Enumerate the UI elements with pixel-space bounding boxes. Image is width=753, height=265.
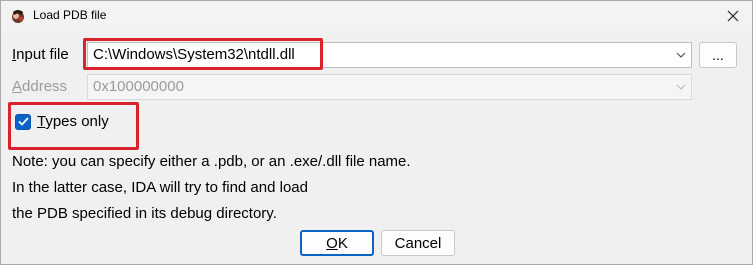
close-icon bbox=[727, 10, 739, 22]
ok-button[interactable]: OK bbox=[300, 230, 374, 256]
address-value: 0x100000000 bbox=[93, 78, 184, 95]
ok-button-rest: K bbox=[337, 234, 348, 252]
types-only-checkbox-group[interactable]: Types only bbox=[15, 113, 109, 130]
browse-button[interactable]: ... bbox=[699, 42, 737, 68]
ok-button-accel: O bbox=[326, 234, 338, 252]
types-only-checkbox[interactable] bbox=[15, 113, 31, 130]
address-combobox[interactable]: 0x100000000 bbox=[87, 74, 692, 100]
input-file-combobox[interactable]: C:\Windows\System32\ntdll.dll bbox=[87, 42, 692, 68]
input-file-label: Input file bbox=[12, 46, 69, 63]
note-line-2: In the latter case, IDA will try to find… bbox=[12, 179, 308, 196]
types-only-label-rest: ypes only bbox=[45, 113, 109, 130]
input-file-label-rest: nput file bbox=[16, 46, 69, 63]
chevron-down-icon[interactable] bbox=[675, 51, 687, 59]
cancel-button[interactable]: Cancel bbox=[381, 230, 455, 256]
title-bar: Load PDB file bbox=[1, 1, 752, 31]
checkmark-icon bbox=[17, 117, 29, 126]
note-line-3: the PDB specified in its debug directory… bbox=[12, 205, 277, 222]
window-title: Load PDB file bbox=[33, 8, 107, 22]
chevron-down-icon bbox=[676, 84, 686, 90]
address-label-accel: A bbox=[12, 78, 23, 95]
types-only-label[interactable]: Types only bbox=[37, 113, 109, 130]
ida-app-icon bbox=[12, 10, 24, 23]
close-button[interactable] bbox=[718, 3, 748, 29]
address-label-rest: ddress bbox=[22, 78, 68, 95]
input-file-value[interactable]: C:\Windows\System32\ntdll.dll bbox=[93, 46, 295, 63]
address-label: Address bbox=[12, 78, 67, 95]
load-pdb-dialog: Load PDB file Input file C:\Windows\Syst… bbox=[0, 0, 753, 265]
note-line-1: Note: you can specify either a .pdb, or … bbox=[12, 153, 411, 170]
